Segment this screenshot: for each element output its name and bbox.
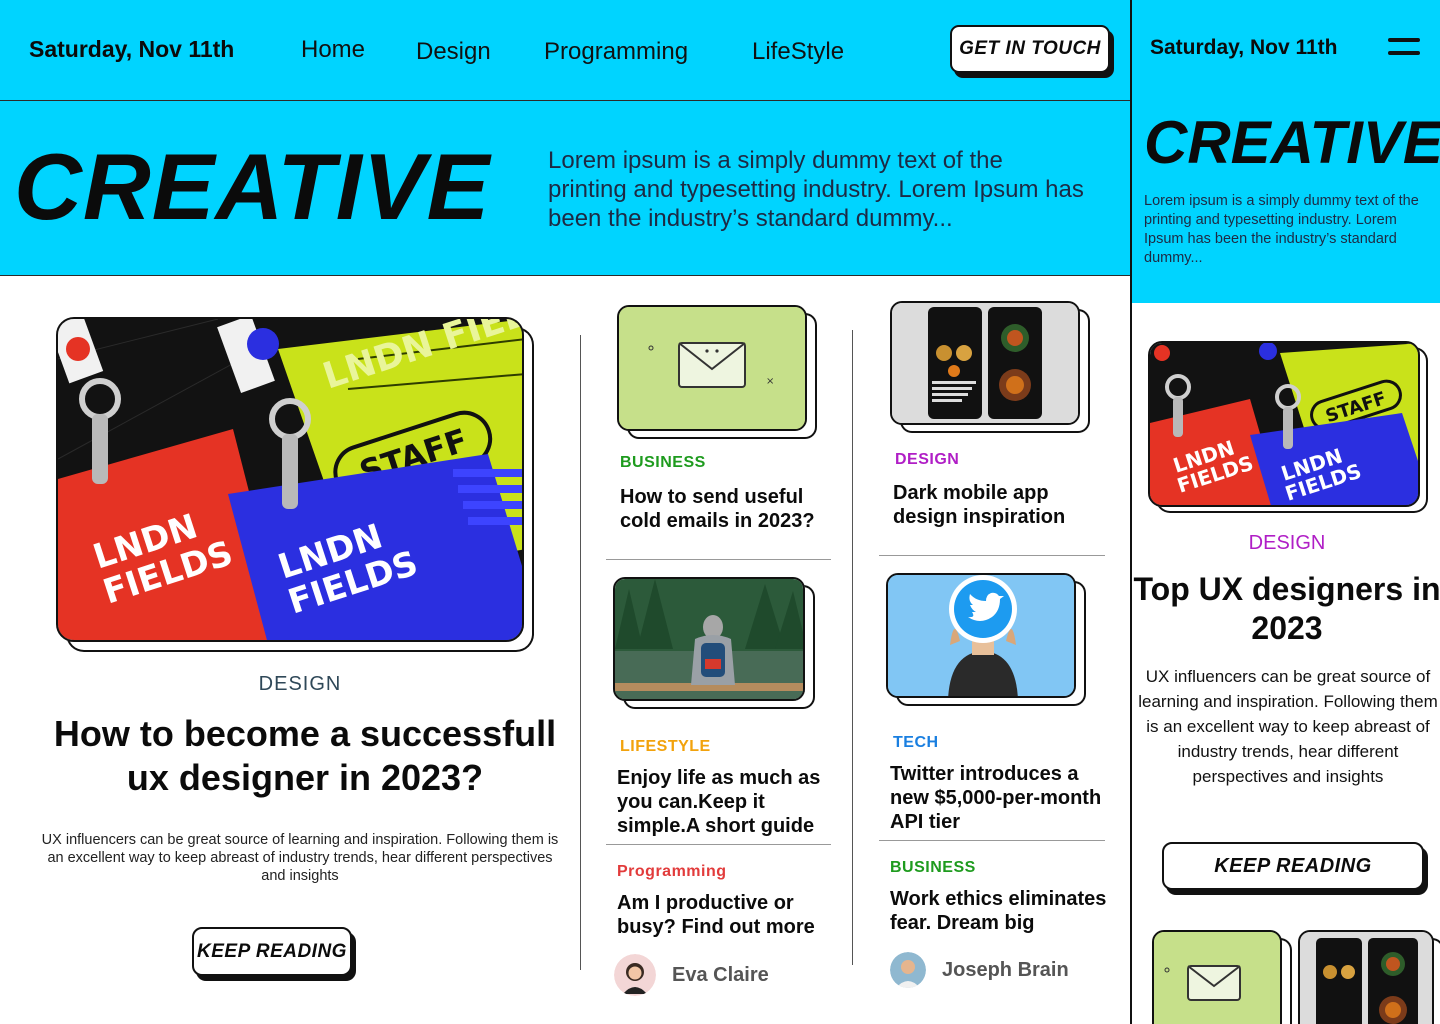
featured-title[interactable]: How to become a successfull ux designer …: [30, 712, 580, 800]
row-divider: [606, 559, 831, 560]
top-nav: Saturday, Nov 11th Home Design Programmi…: [0, 0, 1130, 101]
featured-image[interactable]: LNDN FIELDS STAFF LNDN FIELDS LNDN FIELD…: [56, 317, 524, 642]
column-divider: [580, 335, 581, 970]
post-thumbnail[interactable]: [613, 577, 805, 701]
mobile-post-thumbnail[interactable]: [1298, 930, 1434, 1024]
post-category-label: DESIGN: [895, 451, 960, 468]
twitter-icon: [888, 575, 1074, 696]
author-name: Eva Claire: [672, 963, 769, 986]
nav-date: Saturday, Nov 11th: [29, 36, 235, 62]
post-category: BUSINESS: [620, 454, 706, 472]
mobile-description: UX influencers can be great source of le…: [1138, 667, 1438, 786]
desktop-layout: Saturday, Nov 11th Home Design Programmi…: [0, 0, 1130, 1024]
mobile-headline[interactable]: Top UX designers in 2023: [1132, 570, 1440, 648]
post-category-label: BUSINESS: [890, 859, 976, 876]
mobile-layout: Saturday, Nov 11th CREATIVE Lorem ipsum …: [1130, 0, 1440, 1024]
nav-link-home[interactable]: Home: [301, 36, 365, 64]
row-divider: [606, 844, 831, 845]
hero: CREATIVE Lorem ipsum is a simply dummy t…: [0, 101, 1130, 276]
post-category-label: BUSINESS: [620, 454, 706, 471]
featured-category: DESIGN: [258, 673, 342, 695]
post-title[interactable]: Work ethics eliminates fear. Dream big: [890, 887, 1115, 935]
featured-badges-illustration: LNDN FIELDS STAFF LNDN FIELDS LNDN FIELD…: [58, 319, 522, 640]
row-divider: [879, 840, 1105, 841]
row-divider: [879, 555, 1105, 556]
nav-link-programming[interactable]: Programming: [544, 38, 688, 66]
post-category-label: LIFESTYLE: [620, 738, 711, 755]
svg-text:×: ×: [766, 376, 774, 387]
post-category-label: Programming: [617, 863, 727, 880]
mobile-date: Saturday, Nov 11th: [1150, 36, 1338, 59]
mobile-post-thumbnail[interactable]: [1152, 930, 1282, 1024]
hero-text: Lorem ipsum is a simply dummy text of th…: [548, 147, 1084, 232]
post-title[interactable]: Enjoy life as much as you can.Keep it si…: [617, 766, 827, 838]
featured-description: UX influencers can be great source of le…: [41, 832, 559, 884]
mobile-app-mockup: [892, 303, 1078, 423]
featured-badges-illustration: STAFF LNDN FIELDS LNDN FIELDS: [1150, 343, 1418, 505]
post-thumbnail[interactable]: [886, 573, 1076, 698]
post-title[interactable]: Dark mobile app design inspiration: [893, 481, 1103, 529]
get-in-touch-button[interactable]: GET IN TOUCH: [950, 25, 1110, 73]
nav-link-design[interactable]: Design: [416, 38, 491, 66]
author-eva[interactable]: Eva Claire: [614, 954, 769, 996]
hero-title: CREATIVE: [14, 134, 491, 239]
avatar: [614, 954, 656, 996]
post-category-label: TECH: [893, 734, 939, 751]
lake-photo: [615, 579, 803, 699]
post-category: BUSINESS: [890, 859, 976, 877]
mobile-category: DESIGN: [1248, 532, 1326, 554]
column-divider: [852, 330, 853, 965]
envelope-icon: [1154, 932, 1280, 1024]
mobile-header: Saturday, Nov 11th CREATIVE Lorem ipsum …: [1132, 0, 1440, 303]
nav-link-lifestyle[interactable]: LifeStyle: [752, 38, 844, 66]
post-category: Programming: [617, 863, 727, 881]
mobile-hero-text: Lorem ipsum is a simply dummy text of th…: [1144, 193, 1419, 266]
post-title[interactable]: How to send useful cold emails in 2023?: [620, 485, 830, 533]
mobile-featured-image[interactable]: STAFF LNDN FIELDS LNDN FIELDS: [1148, 341, 1420, 507]
author-joseph[interactable]: Joseph Brain: [890, 952, 1069, 988]
post-title[interactable]: Am I productive or busy? Find out more: [617, 891, 832, 939]
author-name: Joseph Brain: [942, 958, 1069, 981]
post-title[interactable]: Twitter introduces a new $5,000-per-mont…: [890, 762, 1105, 834]
post-category: DESIGN: [895, 451, 959, 469]
post-thumbnail[interactable]: ×: [617, 305, 807, 431]
post-category: TECH: [893, 734, 939, 752]
post-thumbnail[interactable]: [890, 301, 1080, 425]
mobile-hero-title: CREATIVE: [1144, 109, 1440, 176]
post-category: LIFESTYLE: [620, 738, 711, 756]
keep-reading-button[interactable]: KEEP READING: [192, 927, 352, 976]
envelope-icon: ×: [619, 307, 805, 429]
avatar: [890, 952, 926, 988]
mobile-keep-reading-button[interactable]: KEEP READING: [1162, 842, 1424, 890]
menu-icon[interactable]: [1388, 38, 1420, 56]
mobile-app-mockup: [1300, 932, 1432, 1024]
